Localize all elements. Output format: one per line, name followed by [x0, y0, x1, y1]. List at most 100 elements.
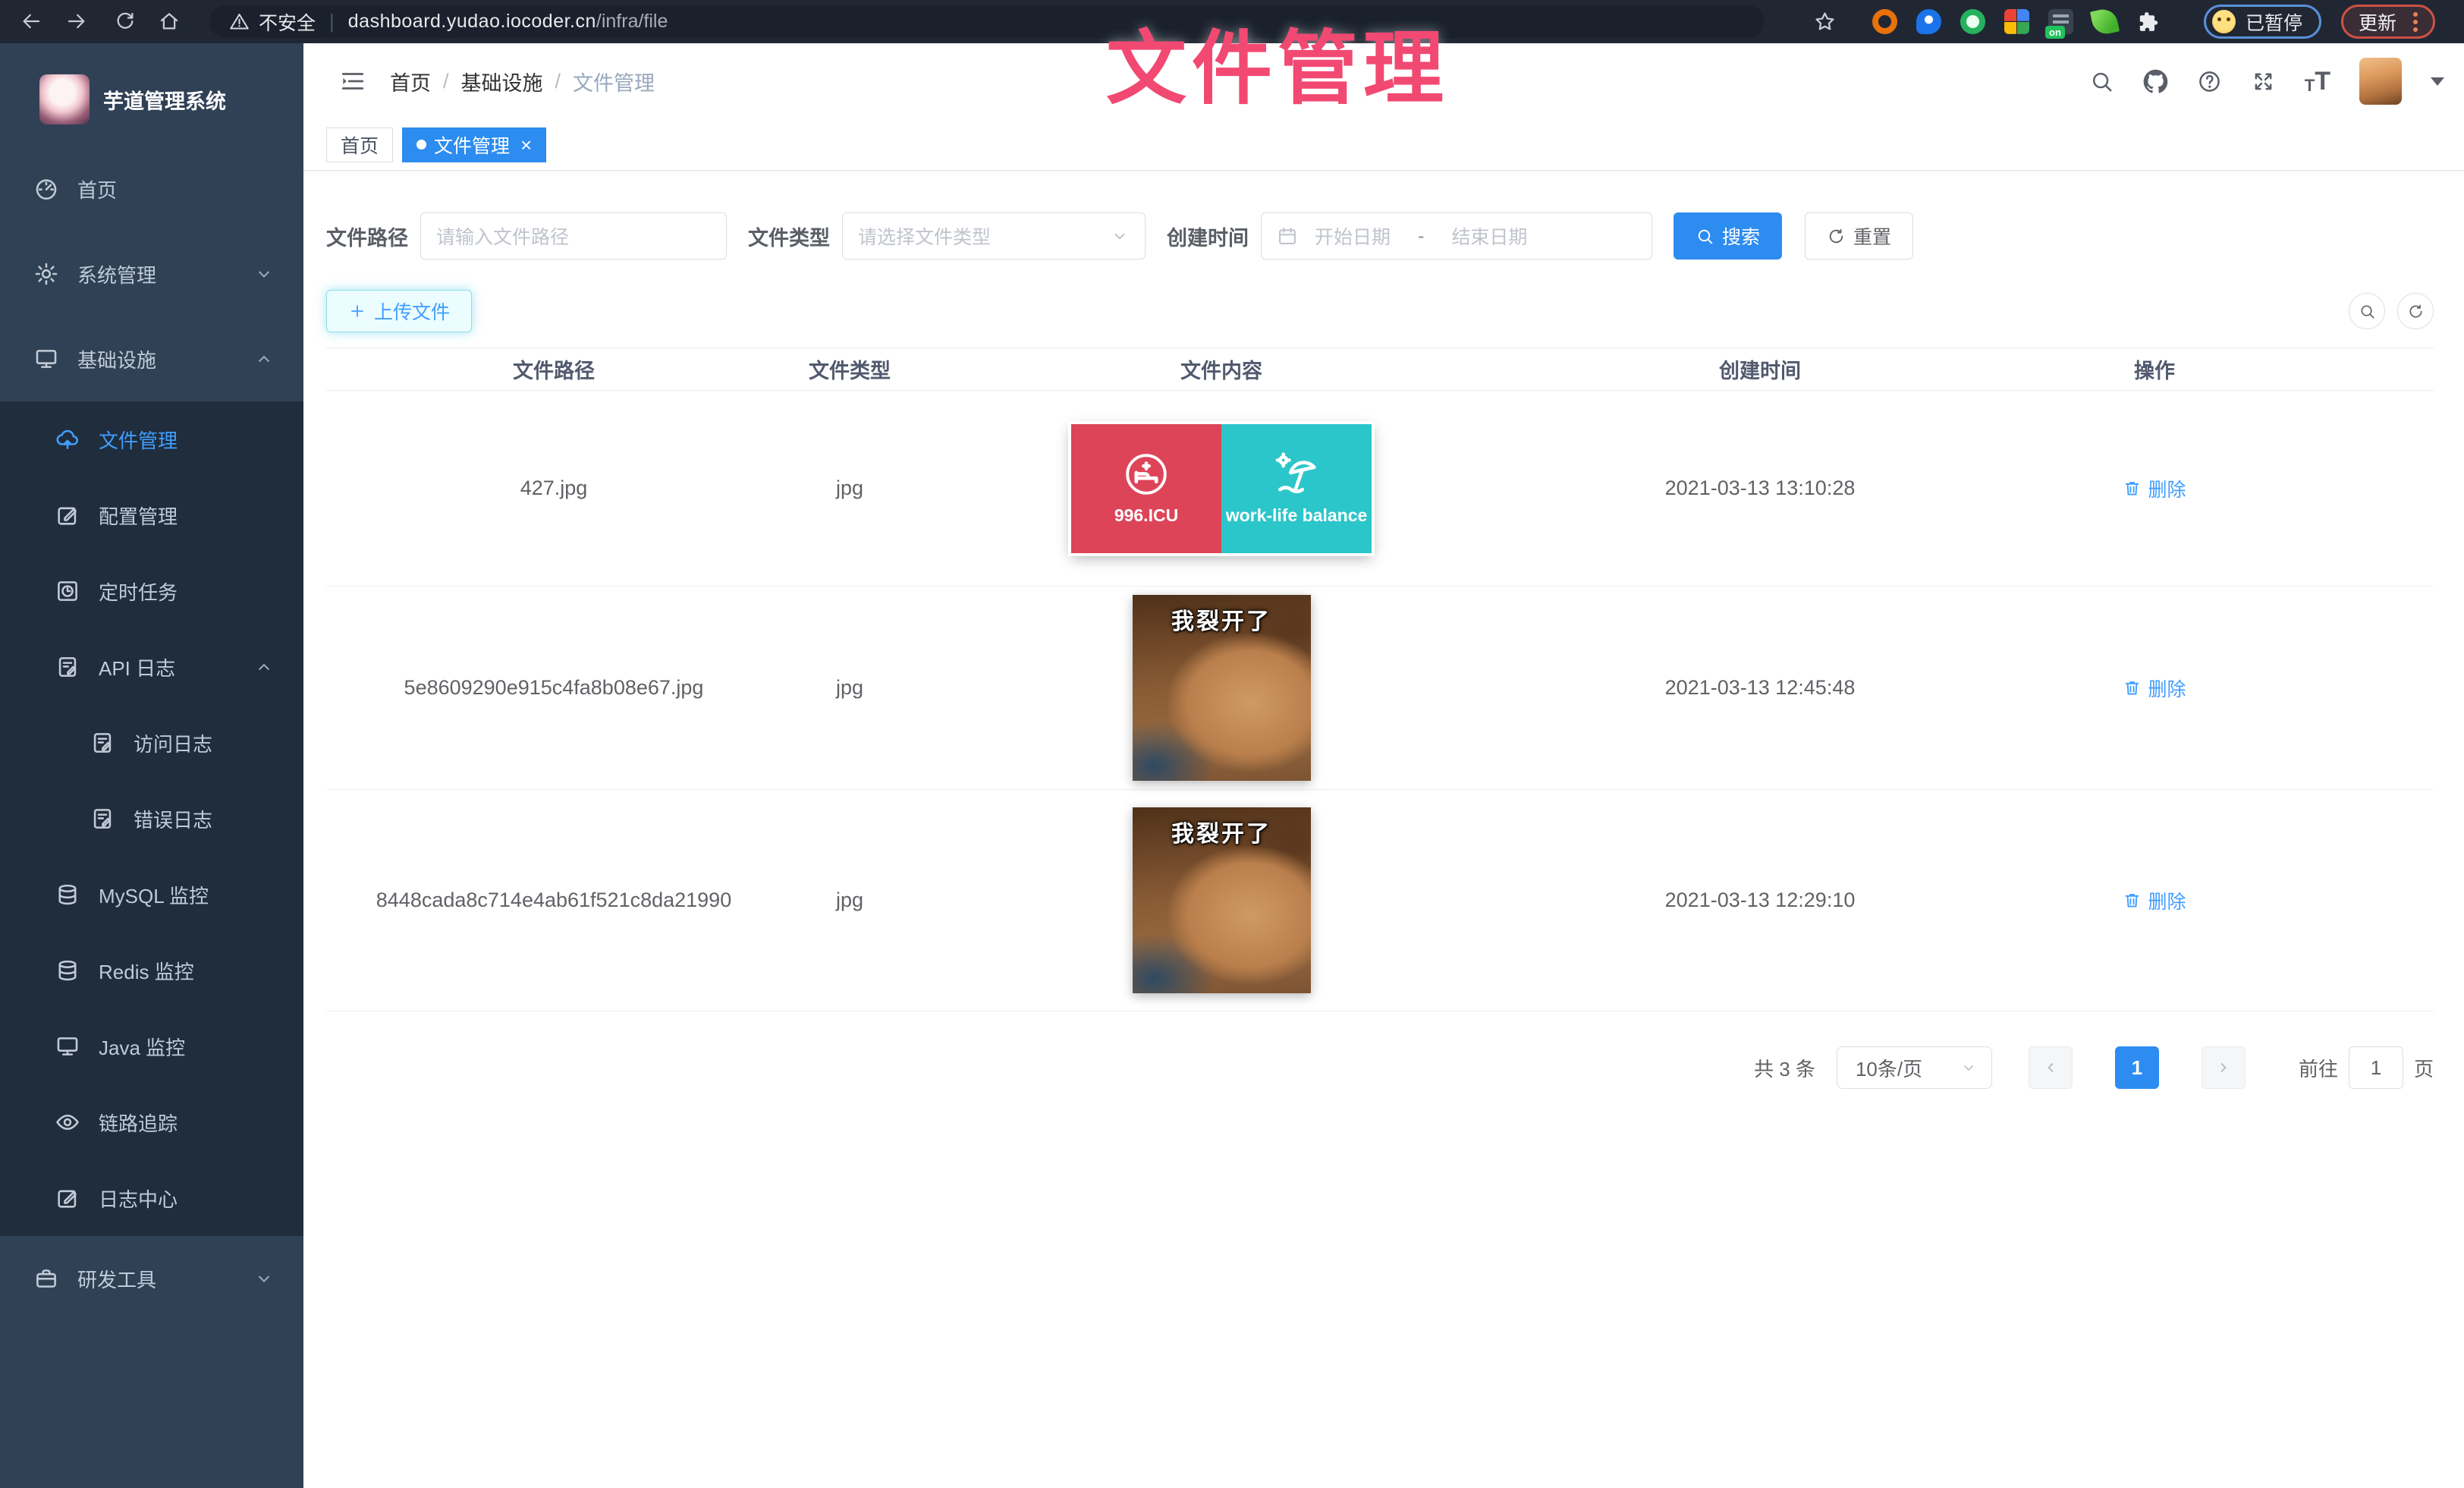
bookmark-star-icon[interactable] — [1813, 10, 1837, 33]
goto-page-input[interactable]: 1 — [2349, 1046, 2403, 1089]
breadcrumb-home[interactable]: 首页 — [390, 67, 431, 96]
delete-button[interactable]: 删除 — [2123, 675, 2186, 702]
banner-balance-panel: work-life balance — [1221, 424, 1372, 553]
table-row: 427.jpg jpg 996.ICU work-life balance 20… — [326, 391, 2434, 587]
breadcrumb: 首页 / 基础设施 / 文件管理 — [390, 67, 655, 96]
puzzle-icon[interactable] — [2136, 9, 2161, 34]
beach-umbrella-icon — [1273, 451, 1320, 498]
search-icon[interactable] — [2089, 69, 2114, 94]
page-number-button[interactable]: 1 — [2115, 1046, 2159, 1089]
file-preview-meme-image[interactable]: 我裂开了 — [1133, 595, 1311, 781]
chevron-up-icon — [253, 348, 275, 370]
security-warning-icon[interactable] — [229, 11, 250, 32]
refresh-table-button[interactable] — [2397, 293, 2434, 329]
help-icon[interactable] — [2197, 69, 2222, 94]
log-icon — [90, 806, 115, 832]
back-icon[interactable] — [20, 10, 42, 33]
delete-button[interactable]: 删除 — [2123, 475, 2186, 502]
cell-actions: 删除 — [2117, 887, 2192, 914]
page-size-select[interactable]: 10条/页 — [1837, 1046, 1992, 1089]
upload-file-button[interactable]: 上传文件 — [326, 290, 472, 332]
sidebar-item[interactable]: Redis 监控 — [0, 933, 303, 1008]
file-preview-meme-image[interactable]: 我裂开了 — [1133, 807, 1311, 993]
tab-label: 首页 — [341, 131, 379, 159]
reset-button[interactable]: 重置 — [1805, 212, 1913, 260]
browser-update-button[interactable]: 更新 — [2341, 5, 2435, 39]
tab-file-manage[interactable]: 文件管理 × — [402, 127, 546, 162]
cell-actions: 删除 — [2117, 475, 2192, 502]
font-size-icon[interactable]: TT — [2305, 68, 2330, 94]
sidebar-item[interactable]: 配置管理 — [0, 477, 303, 553]
chevron-right-icon — [2214, 1059, 2233, 1077]
forward-icon[interactable] — [65, 10, 88, 33]
hamburger-icon[interactable] — [338, 67, 367, 96]
home-icon[interactable] — [158, 10, 181, 33]
address-bar[interactable]: 不安全 | dashboard.yudao.iocoder.cn /infra/… — [209, 5, 1765, 38]
browser-profile-button[interactable]: 已暂停 — [2204, 5, 2321, 39]
sidebar-item[interactable]: 系统管理 — [0, 231, 303, 316]
color-grid-icon[interactable] — [2004, 9, 2029, 34]
create-time-label: 创建时间 — [1167, 222, 1249, 251]
sidebar-item[interactable]: 访问日志 — [0, 705, 303, 781]
tab-home[interactable]: 首页 — [326, 127, 393, 162]
monitor-icon — [55, 1033, 80, 1059]
file-path-placeholder: 请输入文件路径 — [436, 222, 569, 250]
sidebar-item[interactable]: MySQL 监控 — [0, 857, 303, 933]
sidebar-item-label: 日志中心 — [99, 1184, 178, 1213]
cell-file-type: jpg — [830, 889, 869, 912]
fullscreen-icon[interactable] — [2251, 69, 2276, 94]
sidebar-item[interactable]: 日志中心 — [0, 1160, 303, 1236]
sidebar-item-label: 访问日志 — [134, 729, 212, 757]
close-icon[interactable]: × — [520, 135, 532, 155]
goto-label: 前往 — [2299, 1054, 2338, 1082]
sidebar-item[interactable]: 定时任务 — [0, 553, 303, 629]
sidebar-item[interactable]: 文件管理 — [0, 401, 303, 477]
hospital-bed-icon — [1123, 451, 1170, 498]
user-avatar[interactable] — [2359, 58, 2402, 105]
sidebar-item[interactable]: 错误日志 — [0, 781, 303, 857]
sidebar-logo[interactable]: 芋道管理系统 — [0, 43, 303, 128]
green-leaf-icon[interactable] — [2090, 7, 2120, 36]
file-type-select[interactable]: 请选择文件类型 — [842, 212, 1146, 260]
cell-file-content: 996.ICU work-life balance — [1065, 424, 1378, 553]
url-domain: dashboard.yudao.iocoder.cn — [348, 11, 596, 33]
sidebar-item-label: 系统管理 — [77, 260, 156, 288]
profile-status: 已暂停 — [2246, 8, 2302, 36]
chevron-down-icon[interactable] — [2431, 77, 2444, 86]
search-button[interactable]: 搜索 — [1674, 212, 1782, 260]
trash-icon — [2123, 678, 2142, 697]
blue-pin-icon[interactable] — [1916, 9, 1941, 34]
breadcrumb-separator: / — [443, 70, 449, 93]
github-icon[interactable] — [2143, 69, 2168, 94]
sidebar-item[interactable]: 链路追踪 — [0, 1084, 303, 1160]
chevron-down-icon — [253, 263, 275, 285]
green-badge-icon[interactable] — [1960, 9, 1985, 34]
file-preview-996-banner[interactable]: 996.ICU work-life balance — [1071, 424, 1372, 553]
cell-actions: 删除 — [2117, 675, 2192, 702]
sidebar-item[interactable]: 首页 — [0, 146, 303, 231]
cell-created-time: 2021-03-13 12:45:48 — [1659, 676, 1862, 700]
delete-button[interactable]: 删除 — [2123, 887, 2186, 914]
date-separator: - — [1418, 225, 1424, 247]
sidebar: 芋道管理系统 首页 系统管理 基础设施 文件管理 配置管理 定时任务 API 日… — [0, 43, 303, 1488]
sidebar-item[interactable]: 研发工具 — [0, 1236, 303, 1321]
sidebar-item[interactable]: API 日志 — [0, 629, 303, 705]
file-path-input[interactable]: 请输入文件路径 — [420, 212, 727, 260]
orange-ring-icon[interactable] — [1872, 9, 1897, 34]
column-header: 操作 — [2134, 354, 2175, 384]
url-path: /infra/file — [596, 11, 668, 33]
show-search-button[interactable] — [2349, 293, 2385, 329]
breadcrumb-infra[interactable]: 基础设施 — [461, 67, 543, 96]
table-toolbar: 上传文件 — [326, 290, 2434, 332]
sidebar-item[interactable]: 基础设施 — [0, 316, 303, 401]
date-range-picker[interactable]: 开始日期 - 结束日期 — [1261, 212, 1652, 260]
chevron-up-icon — [253, 656, 275, 678]
sidebar-item[interactable]: Java 监控 — [0, 1008, 303, 1084]
next-page-button[interactable] — [2202, 1046, 2246, 1089]
cell-created-time: 2021-03-13 13:10:28 — [1659, 477, 1862, 500]
proxy-on-icon[interactable]: on — [2048, 9, 2073, 34]
kebab-menu-icon[interactable] — [2413, 20, 2418, 24]
prev-page-button[interactable] — [2029, 1046, 2073, 1089]
reload-icon[interactable] — [114, 10, 137, 33]
page-title-watermark: 文件管理 — [1106, 3, 1449, 120]
